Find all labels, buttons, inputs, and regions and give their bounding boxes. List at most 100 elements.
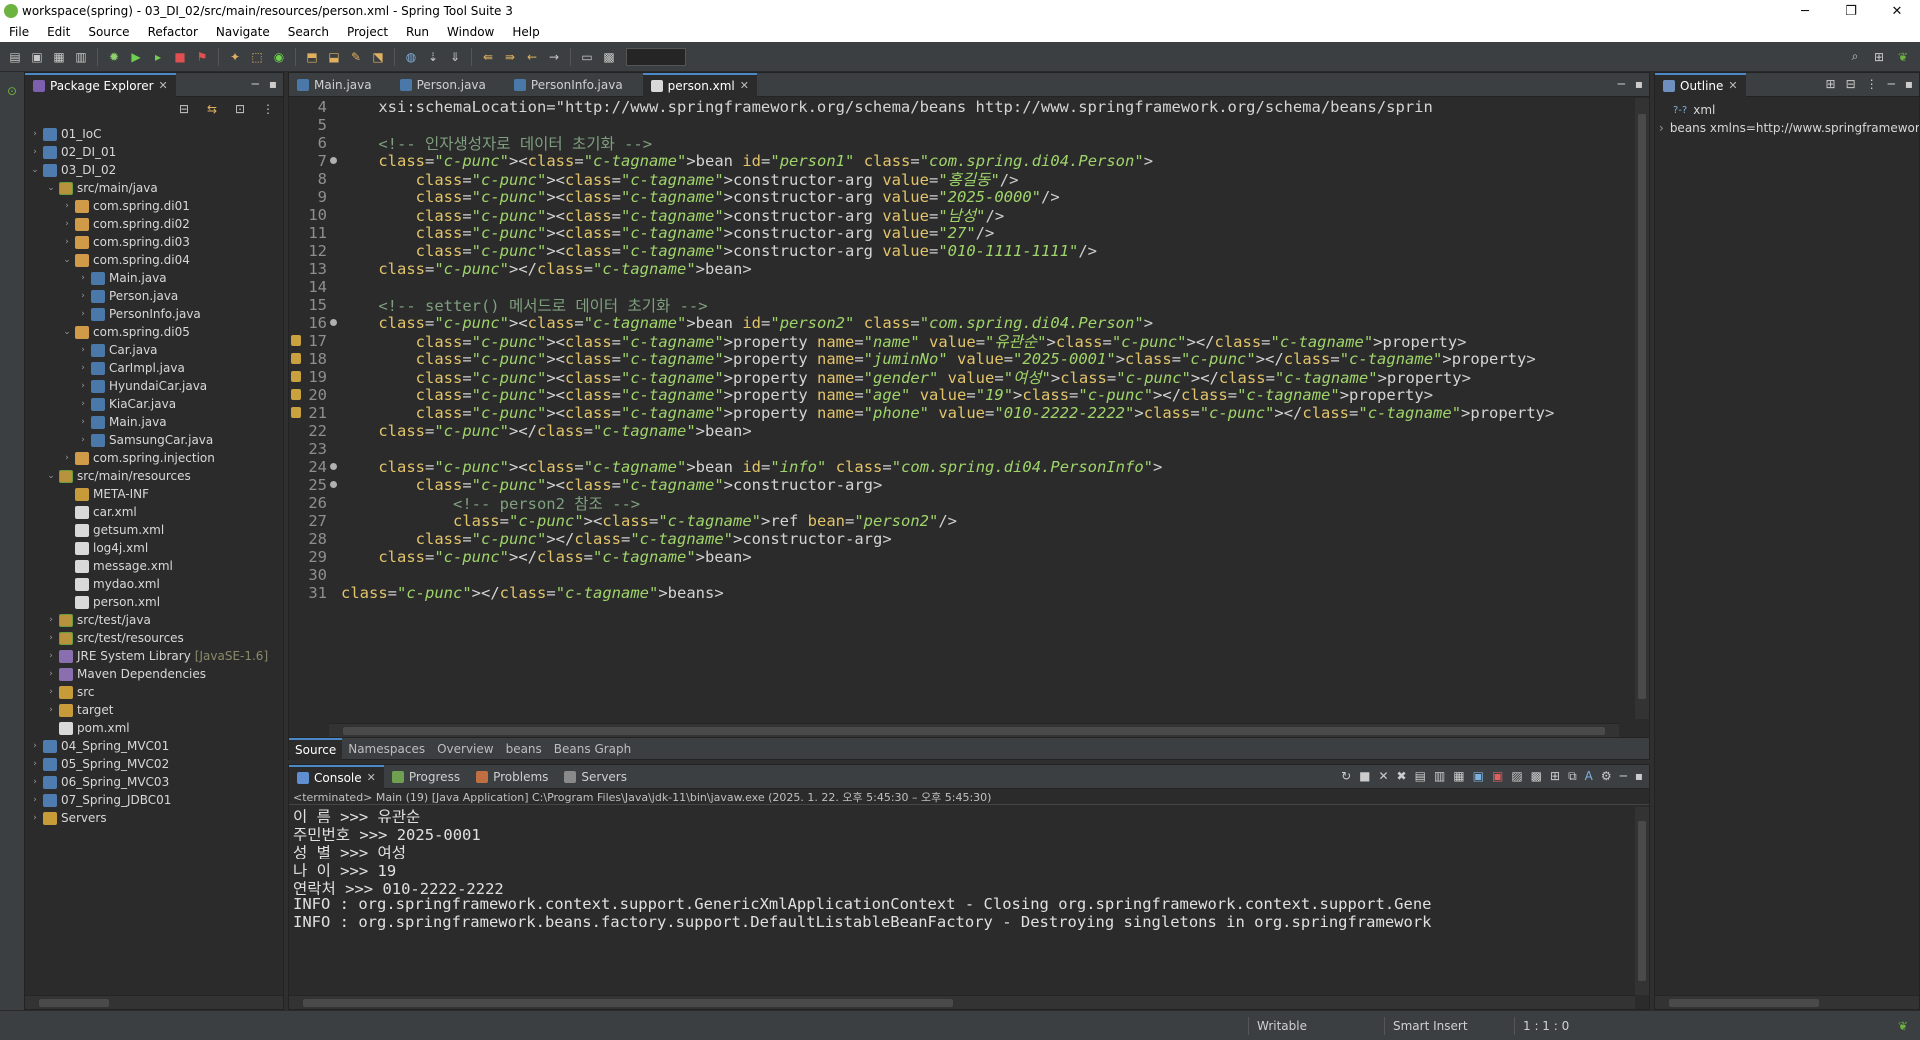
remove-launch-icon[interactable]: ✕	[1378, 769, 1388, 784]
tree-item[interactable]: ⌄ src/main/java	[25, 179, 283, 197]
tree-item[interactable]: › target	[25, 701, 283, 719]
chevron-right-icon[interactable]: ›	[61, 219, 73, 229]
sort-icon[interactable]: ⊞	[1826, 77, 1836, 91]
forward-edit-icon[interactable]: ⇛	[501, 48, 519, 66]
stop-icon[interactable]: ■	[171, 48, 189, 66]
tree-item[interactable]: getsum.xml	[25, 521, 283, 539]
tree-item[interactable]: › PersonInfo.java	[25, 305, 283, 323]
code-line[interactable]: 15 <!-- setter() 메서드로 데이터 초기화 -->	[289, 296, 1649, 315]
display-console-icon[interactable]: ▩	[1531, 769, 1542, 784]
run-icon[interactable]: ▶	[127, 48, 145, 66]
tab-problems[interactable]: Problems	[468, 765, 556, 789]
code-line[interactable]: 10 class="c-punc"><class="c-tagname">con…	[289, 206, 1649, 225]
chevron-right-icon[interactable]: ›	[61, 453, 73, 463]
tab-source[interactable]: Source	[289, 737, 343, 760]
chevron-right-icon[interactable]: ›	[29, 759, 41, 769]
code-line[interactable]: 20 class="c-punc"><class="c-tagname">pro…	[289, 386, 1649, 404]
menu-navigate[interactable]: Navigate	[207, 25, 279, 39]
code-line[interactable]: 21 class="c-punc"><class="c-tagname">pro…	[289, 404, 1649, 422]
chevron-down-icon[interactable]: ⌄	[29, 165, 41, 175]
tree-item[interactable]: META-INF	[25, 485, 283, 503]
next-annotation-icon[interactable]: ⇓	[446, 48, 464, 66]
tab-person-java[interactable]: Person.java	[392, 73, 494, 97]
minimize-view-icon[interactable]: ─	[1888, 77, 1895, 91]
code-editor[interactable]: 4 xsi:schemaLocation="http://www.springf…	[289, 98, 1649, 719]
menu-search[interactable]: Search	[279, 25, 338, 39]
maximize-view-icon[interactable]: ▪	[1635, 77, 1643, 91]
menu-edit[interactable]: Edit	[38, 25, 79, 39]
outline-row-beans[interactable]: › beans xmlns=http://www.springframewor	[1655, 119, 1919, 137]
font-icon[interactable]: A	[1585, 769, 1593, 784]
new-icon[interactable]: ▤	[6, 48, 24, 66]
code-line[interactable]: 19 class="c-punc"><class="c-tagname">pro…	[289, 368, 1649, 387]
close-icon[interactable]: ✕	[159, 79, 168, 92]
quick-access-search-icon[interactable]: ⌕	[1846, 48, 1864, 66]
tree-item[interactable]: ⌄ com.spring.di05	[25, 323, 283, 341]
chevron-right-icon[interactable]: ›	[45, 687, 57, 697]
fold-toggle-icon[interactable]	[330, 463, 337, 470]
fold-toggle-icon[interactable]	[330, 319, 337, 326]
notifications-icon[interactable]: ❦	[1894, 1017, 1912, 1035]
tree-item[interactable]: person.xml	[25, 593, 283, 611]
show-on-stdout-icon[interactable]: ▣	[1473, 769, 1484, 784]
fold-toggle-icon[interactable]	[330, 481, 337, 488]
pin-console-icon[interactable]: ▨	[1511, 769, 1522, 784]
chevron-right-icon[interactable]: ›	[77, 309, 89, 319]
new-class-icon[interactable]: ◉	[270, 48, 288, 66]
new-package-icon[interactable]: ⬚	[248, 48, 266, 66]
tree-item[interactable]: › 02_DI_01	[25, 143, 283, 161]
chevron-down-icon[interactable]: ⌄	[45, 471, 57, 481]
minimize-button[interactable]: ─	[1782, 4, 1828, 19]
tab-overview[interactable]: Overview	[431, 738, 500, 760]
warning-marker-icon[interactable]	[291, 389, 301, 400]
code-line[interactable]: 17 class="c-punc"><class="c-tagname">pro…	[289, 332, 1649, 351]
tree-item[interactable]: › CarImpl.java	[25, 359, 283, 377]
outline-hscroll[interactable]	[1655, 995, 1919, 1009]
menu-refactor[interactable]: Refactor	[139, 25, 207, 39]
debug-icon[interactable]: ✹	[105, 48, 123, 66]
restore-icon[interactable]: ⊙	[3, 82, 21, 100]
last-edit-icon[interactable]: ⇚	[479, 48, 497, 66]
menu-file[interactable]: File	[0, 25, 38, 39]
view-menu-icon[interactable]: ⋮	[1866, 77, 1878, 91]
code-line[interactable]: 26 <!-- person2 참조 -->	[289, 494, 1649, 513]
open-perspective-icon[interactable]: ⊞	[1870, 48, 1888, 66]
code-line[interactable]: 30	[289, 566, 1649, 584]
tab-servers[interactable]: Servers	[556, 765, 635, 789]
editor-vscroll[interactable]	[1635, 98, 1649, 719]
open-console-icon[interactable]: ⊞	[1550, 769, 1560, 784]
minimize-view-icon[interactable]: ─	[1620, 769, 1627, 784]
menu-project[interactable]: Project	[338, 25, 397, 39]
tab-package-explorer[interactable]: Package Explorer ✕	[25, 72, 176, 97]
console-vscroll[interactable]	[1635, 807, 1649, 995]
scroll-thumb[interactable]	[1638, 821, 1646, 981]
terminal-icon[interactable]: ▭	[578, 48, 596, 66]
tab-progress[interactable]: Progress	[384, 765, 468, 789]
code-line[interactable]: 13 class="c-punc"></class="c-tagname">be…	[289, 260, 1649, 278]
close-icon[interactable]: ✕	[367, 771, 376, 784]
tree-item[interactable]: › HyundaiCar.java	[25, 377, 283, 395]
code-line[interactable]: 31 class="c-punc"></class="c-tagname">bea…	[289, 584, 1649, 602]
code-line[interactable]: 6 <!-- 인자생성자로 데이터 초기화 -->	[289, 134, 1649, 153]
tab-personinfo-java[interactable]: PersonInfo.java	[506, 73, 631, 97]
tab-console[interactable]: Console ✕	[289, 764, 384, 789]
tree-item[interactable]: ⌄ com.spring.di04	[25, 251, 283, 269]
chevron-right-icon[interactable]: ›	[45, 633, 57, 643]
tree-item[interactable]: message.xml	[25, 557, 283, 575]
chevron-right-icon[interactable]: ›	[45, 669, 57, 679]
scroll-thumb[interactable]	[1638, 114, 1646, 699]
tree-item[interactable]: log4j.xml	[25, 539, 283, 557]
annotation-icon[interactable]: ⇣	[424, 48, 442, 66]
chevron-right-icon[interactable]: ›	[45, 651, 57, 661]
code-line[interactable]: 8 class="c-punc"><class="c-tagname">cons…	[289, 170, 1649, 189]
menu-source[interactable]: Source	[79, 25, 138, 39]
tree-item[interactable]: car.xml	[25, 503, 283, 521]
chevron-right-icon[interactable]: ›	[77, 399, 89, 409]
word-wrap-icon[interactable]: ▦	[1453, 769, 1464, 784]
print-icon[interactable]: ▥	[72, 48, 90, 66]
scroll-thumb[interactable]	[1669, 999, 1819, 1007]
spring-perspective-icon[interactable]: ❦	[1894, 48, 1912, 66]
tab-main-java[interactable]: Main.java	[289, 73, 380, 97]
code-line[interactable]: 22 class="c-punc"></class="c-tagname">be…	[289, 422, 1649, 440]
view-menu-icon[interactable]: ⋮	[259, 100, 277, 118]
